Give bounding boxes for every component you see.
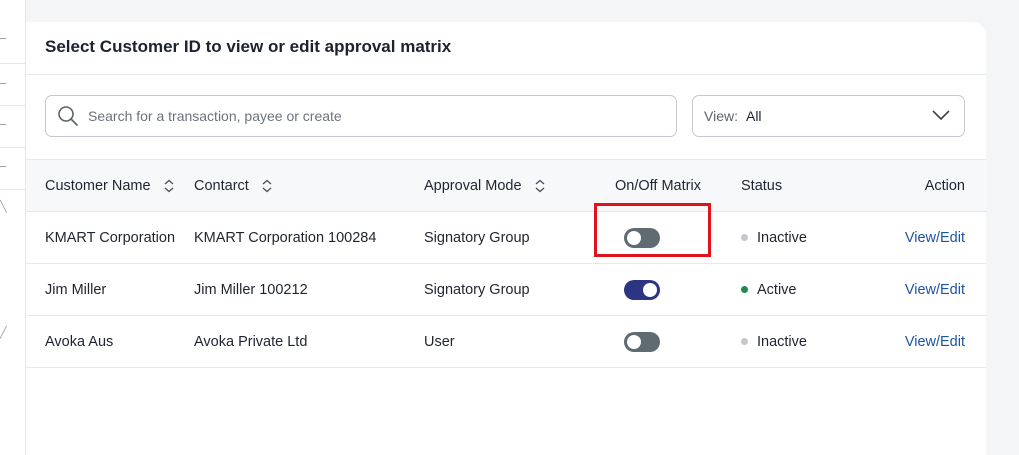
table-row: KMART Corporation KMART Corporation 1002… (26, 212, 986, 264)
column-header-action: Action (924, 177, 965, 194)
cell-approval-mode: Signatory Group (424, 281, 530, 298)
cell-action: View/Edit (866, 264, 986, 316)
view-edit-link[interactable]: View/Edit (905, 282, 965, 298)
cell-contact: Jim Miller 100212 (194, 281, 308, 298)
column-header-customer-name[interactable]: Customer Name (26, 160, 194, 212)
divider (0, 189, 25, 190)
status-dot-icon (741, 286, 748, 294)
cell-action: View/Edit (866, 212, 986, 264)
chevron-up-icon[interactable]: ╲ (0, 202, 7, 213)
column-header-contact[interactable]: Contarct (194, 160, 424, 212)
status-dot-icon (741, 338, 748, 346)
cell-status: Inactive (741, 316, 866, 368)
card-header: Select Customer ID to view or edit appro… (26, 22, 986, 75)
table-row: Avoka Aus Avoka Private Ltd User Inactiv… (26, 316, 986, 368)
status-dot-icon (741, 234, 748, 242)
search-box[interactable] (45, 95, 677, 137)
divider (0, 63, 25, 64)
divider (0, 124, 6, 125)
column-header-matrix: On/Off Matrix (615, 177, 701, 194)
view-filter-select[interactable]: View: All (692, 95, 965, 137)
cell-status: Inactive (741, 212, 866, 264)
customer-table: Customer Name Contarct Approval Mode On/… (26, 159, 986, 368)
cell-matrix (613, 316, 741, 368)
table-header-row: Customer Name Contarct Approval Mode On/… (26, 159, 986, 212)
chevron-down-icon[interactable]: ╱ (0, 328, 7, 339)
view-edit-link[interactable]: View/Edit (905, 334, 965, 350)
card-title: Select Customer ID to view or edit appro… (45, 37, 452, 56)
matrix-toggle[interactable] (624, 331, 660, 352)
divider (0, 105, 25, 106)
status-text: Inactive (757, 333, 807, 350)
view-filter-value: All (745, 108, 762, 124)
cell-status: Active (741, 264, 866, 316)
left-panel-edge: ╲ ╱ (0, 0, 26, 455)
sort-icon[interactable] (534, 179, 546, 193)
status-text: Inactive (757, 229, 807, 246)
toggle-knob (627, 334, 641, 349)
matrix-toggle[interactable] (624, 227, 660, 248)
divider (0, 83, 6, 84)
divider (0, 38, 6, 39)
cell-customer-name: Avoka Aus (45, 333, 114, 350)
view-edit-link[interactable]: View/Edit (905, 230, 965, 246)
toggle-knob (627, 230, 641, 245)
toggle-knob (643, 282, 657, 297)
approval-matrix-card: Select Customer ID to view or edit appro… (26, 22, 986, 455)
cell-matrix (613, 212, 741, 264)
cell-customer-name: Jim Miller (45, 281, 107, 298)
chevron-down-icon (932, 110, 950, 121)
status-text: Active (757, 281, 797, 298)
column-header-status: Status (741, 177, 783, 194)
column-header-label: Contarct (194, 177, 249, 194)
column-header-approval-mode[interactable]: Approval Mode (424, 160, 613, 212)
cell-contact: KMART Corporation 100284 (194, 229, 377, 246)
table-row: Jim Miller Jim Miller 100212 Signatory G… (26, 264, 986, 316)
view-filter-label: View: (704, 108, 738, 124)
cell-matrix (613, 264, 741, 316)
search-icon (58, 106, 78, 126)
divider (0, 166, 6, 167)
cell-action: View/Edit (866, 316, 986, 368)
sort-icon[interactable] (163, 179, 175, 193)
cell-contact: Avoka Private Ltd (194, 333, 308, 350)
column-header-label: Approval Mode (424, 177, 522, 194)
column-header-label: Customer Name (45, 177, 151, 194)
cell-approval-mode: Signatory Group (424, 229, 530, 246)
divider (0, 147, 25, 148)
toolbar: View: All (26, 75, 986, 159)
cell-customer-name: KMART Corporation (45, 229, 176, 246)
matrix-toggle[interactable] (624, 279, 660, 300)
sort-icon[interactable] (261, 179, 273, 193)
cell-approval-mode: User (424, 333, 455, 350)
search-input[interactable] (88, 108, 648, 124)
